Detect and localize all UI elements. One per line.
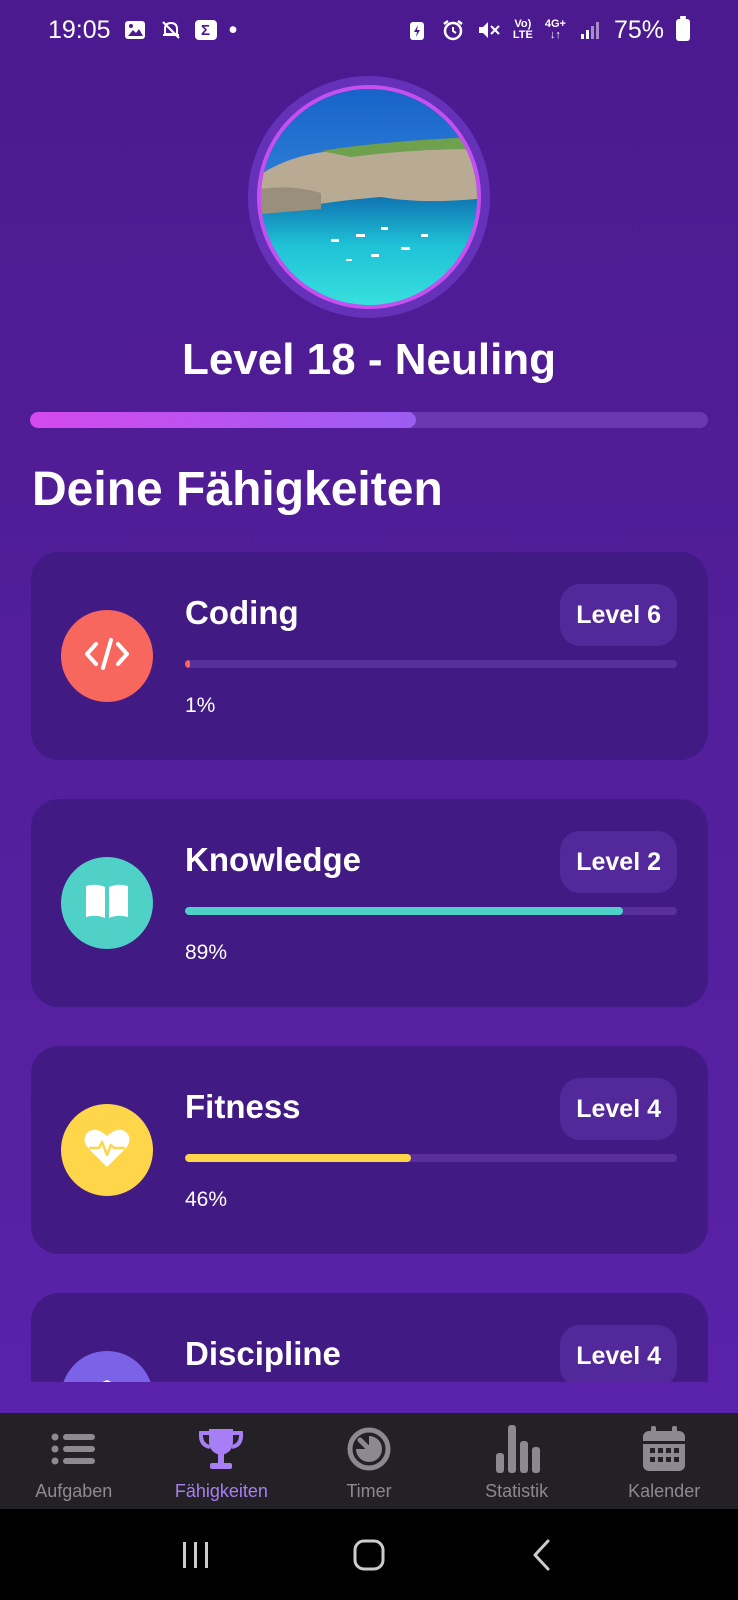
network-type-indicator: 4G+ ↓↑	[544, 18, 566, 41]
skill-progress-fill	[185, 1154, 412, 1162]
bar-chart-icon	[491, 1423, 543, 1475]
section-title: Deine Fähigkeiten	[32, 463, 443, 516]
bottom-navigation: Aufgaben Fähigkeiten Timer Statistik Kal…	[0, 1413, 738, 1509]
nav-item-kalender[interactable]: Kalender	[590, 1413, 738, 1509]
system-navigation-bar	[0, 1509, 738, 1600]
status-bar: 19:05 Σ • Vo) LTE 4G+ ↓↑ 75%	[0, 0, 738, 60]
nav-label: Statistik	[485, 1481, 549, 1501]
status-dot: •	[228, 15, 238, 44]
skill-name: Discipline	[185, 1335, 341, 1372]
skill-percent: 89%	[185, 941, 228, 964]
skill-icon-circle	[61, 610, 153, 702]
battery-icon	[676, 16, 690, 41]
trophy-icon	[195, 1423, 247, 1475]
status-left: 19:05 Σ •	[48, 16, 237, 45]
graduation-cap-icon	[83, 1377, 131, 1382]
nav-label: Kalender	[628, 1481, 701, 1501]
battery-saver-icon	[405, 18, 429, 42]
skill-progress-bar	[185, 1154, 677, 1162]
skill-progress-bar	[185, 660, 677, 668]
skill-icon-circle	[61, 1104, 153, 1196]
heart-pulse-icon	[83, 1127, 131, 1174]
status-time: 19:05	[48, 15, 111, 44]
skill-card-coding[interactable]: Coding Level 6 1%	[31, 552, 708, 760]
code-icon	[84, 637, 130, 676]
skill-name: Fitness	[185, 1088, 301, 1125]
battery-percent: 75%	[613, 15, 664, 44]
timer-icon	[343, 1423, 395, 1475]
back-icon	[533, 1539, 550, 1570]
mute-icon	[477, 18, 501, 42]
skills-list[interactable]: Coding Level 6 1% Knowledge Level 2 89% …	[0, 550, 738, 1382]
alarm-icon	[441, 18, 465, 42]
skill-level-badge: Level 4	[560, 1325, 677, 1382]
skill-icon-circle	[61, 1351, 153, 1382]
skill-level-badge: Level 4	[560, 1078, 677, 1140]
data-arrows-icon: ↓↑	[549, 29, 561, 41]
notifications-off-icon	[159, 18, 183, 42]
home-button[interactable]	[339, 1525, 399, 1585]
sigma-icon: Σ	[194, 20, 217, 40]
skill-name: Knowledge	[185, 841, 362, 878]
nav-label: Fähigkeiten	[174, 1481, 268, 1501]
recent-apps-icon	[183, 1541, 209, 1568]
player-level-progress	[30, 412, 708, 428]
skill-level-badge: Level 6	[560, 584, 677, 646]
skill-level-badge: Level 2	[560, 831, 677, 893]
book-icon	[84, 882, 130, 925]
gallery-icon	[123, 18, 147, 42]
avatar-image	[261, 89, 477, 305]
nav-item-faehigkeiten[interactable]: Fähigkeiten	[148, 1413, 296, 1509]
skill-icon-circle	[61, 857, 153, 949]
profile-avatar[interactable]	[257, 85, 481, 309]
skill-card-discipline[interactable]: Discipline Level 4	[31, 1293, 708, 1382]
signal-icon	[578, 18, 602, 42]
skill-card-fitness[interactable]: Fitness Level 4 46%	[31, 1046, 708, 1254]
player-level-title: Level 18 - Neuling	[181, 335, 557, 384]
home-icon	[353, 1539, 385, 1570]
nav-label: Aufgaben	[35, 1481, 113, 1501]
skill-card-knowledge[interactable]: Knowledge Level 2 89%	[31, 799, 708, 1007]
nav-item-statistik[interactable]: Statistik	[443, 1413, 591, 1509]
skill-name: Coding	[185, 594, 299, 631]
back-button[interactable]	[512, 1525, 572, 1585]
skill-progress-fill	[185, 907, 623, 915]
recent-apps-button[interactable]	[166, 1525, 226, 1585]
nav-item-aufgaben[interactable]: Aufgaben	[0, 1413, 148, 1509]
skill-progress-bar	[185, 907, 677, 915]
nav-item-timer[interactable]: Timer	[295, 1413, 443, 1509]
skill-percent: 1%	[185, 694, 216, 717]
list-icon	[48, 1423, 100, 1475]
skill-percent: 46%	[185, 1188, 228, 1211]
calendar-icon	[638, 1423, 690, 1475]
status-right: Vo) LTE 4G+ ↓↑ 75%	[405, 16, 690, 45]
volte-indicator: Vo) LTE	[512, 18, 533, 41]
profile-avatar-ring	[248, 76, 490, 318]
nav-label: Timer	[346, 1481, 392, 1501]
player-level-progress-fill	[30, 412, 417, 428]
skill-progress-fill	[185, 660, 190, 668]
